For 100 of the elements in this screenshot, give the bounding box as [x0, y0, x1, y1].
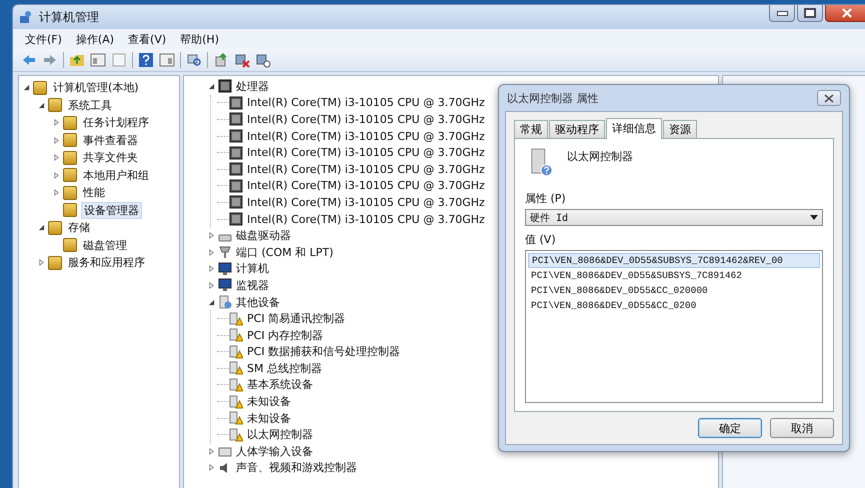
tree-item[interactable]: 设备管理器: [81, 202, 142, 219]
close-icon: [824, 94, 834, 102]
tree-item[interactable]: Intel(R) Core(TM) i3-10105 CPU @ 3.70GHz: [247, 212, 485, 226]
close-icon: [842, 8, 852, 18]
unknown-device-icon: [229, 361, 243, 376]
expand-arrow-icon[interactable]: [53, 189, 60, 196]
tree-item[interactable]: PCI 简易通讯控制器: [247, 311, 346, 326]
tree-item[interactable]: 端口 (COM 和 LPT): [236, 244, 334, 260]
tree-item[interactable]: 未知设备: [247, 410, 291, 426]
collapse-arrow-icon[interactable]: [38, 102, 45, 109]
tree-item[interactable]: Intel(R) Core(TM) i3-10105 CPU @ 3.70GHz: [247, 196, 485, 209]
property-dropdown[interactable]: 硬件 Id: [525, 209, 823, 226]
tree-item[interactable]: Intel(R) Core(TM) i3-10105 CPU @ 3.70GHz: [247, 162, 485, 176]
list-item[interactable]: PCI\VEN_8086&DEV_0D55&CC_020000: [528, 283, 820, 298]
unknown-device-icon: [229, 312, 243, 326]
update-driver-icon[interactable]: [213, 52, 229, 68]
tree-item[interactable]: 系统工具: [66, 98, 114, 113]
tree-item[interactable]: 其他设备: [236, 294, 280, 310]
monitor-icon: [218, 262, 232, 276]
up-folder-icon[interactable]: [69, 52, 85, 68]
uninstall-device-icon[interactable]: [234, 52, 250, 68]
expand-arrow-icon[interactable]: [53, 119, 60, 126]
expand-arrow-icon[interactable]: [208, 464, 215, 472]
menu-item[interactable]: 帮助(H): [180, 32, 219, 46]
tree-item[interactable]: Intel(R) Core(TM) i3-10105 CPU @ 3.70GHz: [247, 179, 485, 192]
tree-item[interactable]: Intel(R) Core(TM) i3-10105 CPU @ 3.70GHz: [247, 146, 485, 160]
chip-icon: [229, 129, 243, 144]
tree-item[interactable]: 事件查看器: [81, 132, 140, 148]
folder-icon: [48, 256, 62, 270]
caret-icon: [810, 215, 818, 220]
folder-icon: [63, 203, 77, 218]
minimize-button[interactable]: [769, 5, 795, 22]
tab[interactable]: 常规: [514, 120, 548, 138]
scan-hardware-icon[interactable]: [186, 52, 202, 68]
chip-icon: [229, 146, 243, 160]
tree-item[interactable]: 本地用户和组: [81, 168, 151, 183]
forward-arrow-icon[interactable]: [42, 52, 58, 68]
collapse-arrow-icon[interactable]: [38, 224, 45, 232]
help-icon[interactable]: [138, 52, 154, 68]
expand-arrow-icon[interactable]: [53, 154, 60, 162]
tree-item[interactable]: 以太网控制器: [247, 427, 313, 442]
expand-arrow-icon[interactable]: [53, 136, 60, 144]
menu-item[interactable]: 查看(V): [128, 32, 166, 46]
tree-item[interactable]: 人体学输入设备: [236, 444, 313, 459]
device-name: 以太网控制器: [567, 149, 633, 164]
tree-item[interactable]: 基本系统设备: [247, 377, 313, 392]
collapse-arrow-icon[interactable]: [23, 84, 30, 92]
tree-item[interactable]: 服务和应用程序: [66, 255, 147, 270]
maximize-button[interactable]: [797, 5, 823, 22]
collapse-arrow-icon[interactable]: [208, 298, 215, 306]
tree-item[interactable]: 声音、视频和游戏控制器: [236, 460, 357, 476]
expand-arrow-icon[interactable]: [208, 248, 215, 256]
close-button[interactable]: [817, 90, 841, 106]
unknown-device-icon: [229, 344, 243, 359]
dialog-title: 以太网控制器 属性: [507, 90, 598, 106]
tree-item[interactable]: 计算机管理(本地): [51, 80, 141, 96]
expand-arrow-icon[interactable]: [208, 265, 215, 272]
tree-item[interactable]: 存储: [66, 220, 92, 236]
back-arrow-icon[interactable]: [21, 52, 37, 68]
expand-arrow-icon[interactable]: [208, 282, 215, 289]
expand-arrow-icon[interactable]: [53, 172, 60, 179]
tab[interactable]: 资源: [663, 120, 697, 138]
tree-item[interactable]: 性能: [81, 185, 107, 200]
tab[interactable]: 详细信息: [606, 118, 662, 139]
menu-item[interactable]: 文件(F): [25, 32, 62, 46]
tree-item[interactable]: 计算机: [236, 261, 269, 276]
menu-item[interactable]: 操作(A): [76, 32, 114, 46]
expand-arrow-icon[interactable]: [208, 448, 215, 455]
tree-item[interactable]: PCI 内存控制器: [247, 328, 324, 343]
tree-item[interactable]: 未知设备: [247, 394, 291, 410]
tree-item[interactable]: PCI 数据捕获和信号处理控制器: [247, 344, 400, 360]
tree-item[interactable]: 共享文件夹: [81, 150, 140, 166]
value-label: 值 (V): [525, 232, 557, 247]
tree-item[interactable]: 磁盘驱动器: [236, 228, 291, 244]
expand-arrow-icon[interactable]: [208, 232, 215, 240]
chip-icon: [229, 96, 243, 110]
dialog-button[interactable]: 取消: [770, 418, 834, 438]
folder-icon: [63, 133, 77, 148]
tree-item[interactable]: 任务计划程序: [81, 115, 151, 130]
folder-icon: [48, 98, 62, 112]
list-item[interactable]: PCI\VEN_8086&DEV_0D55&SUBSYS_7C891462: [528, 268, 820, 283]
close-button[interactable]: [825, 5, 865, 22]
tree-item[interactable]: 磁盘管理: [81, 238, 129, 253]
tree-item[interactable]: Intel(R) Core(TM) i3-10105 CPU @ 3.70GHz: [247, 130, 485, 143]
tree-item[interactable]: 监视器: [236, 278, 269, 293]
chip-icon: [229, 195, 243, 210]
list-item[interactable]: PCI\VEN_8086&DEV_0D55&SUBSYS_7C891462&REV_00: [528, 253, 820, 268]
tree-item[interactable]: Intel(R) Core(TM) i3-10105 CPU @ 3.70GHz: [247, 112, 485, 126]
enable-device-icon[interactable]: [255, 52, 271, 68]
tree-item[interactable]: SM 总线控制器: [247, 360, 322, 376]
dialog-button[interactable]: 确定: [698, 418, 762, 438]
tree-item[interactable]: 处理器: [236, 78, 269, 94]
tab[interactable]: 驱动程序: [549, 120, 605, 138]
tree-item[interactable]: Intel(R) Core(TM) i3-10105 CPU @ 3.70GHz: [247, 96, 485, 110]
list-item[interactable]: PCI\VEN_8086&DEV_0D55&CC_0200: [528, 298, 820, 313]
folder-icon: [63, 168, 77, 182]
unknown-device-icon: [229, 328, 243, 342]
unknown-device-icon: [218, 295, 232, 310]
expand-arrow-icon[interactable]: [38, 259, 45, 266]
collapse-arrow-icon[interactable]: [208, 82, 215, 90]
